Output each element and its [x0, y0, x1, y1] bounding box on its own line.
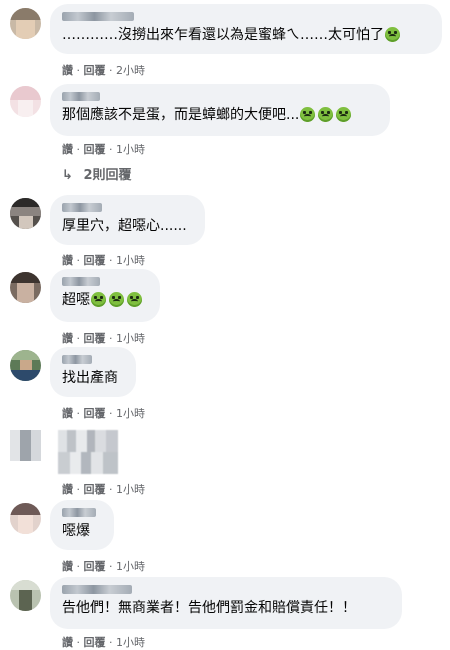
- timestamp[interactable]: 2小時: [116, 64, 145, 77]
- replies-count-label: 2則回覆: [83, 168, 132, 183]
- reply-link[interactable]: 回覆: [84, 143, 106, 156]
- timestamp[interactable]: 1小時: [116, 636, 145, 649]
- commenter-name-blurred[interactable]: [62, 355, 92, 364]
- reply-link[interactable]: 回覆: [84, 560, 106, 573]
- comment-actions: 讚 · 回覆 · 1小時: [62, 558, 145, 574]
- comment-text: 噁爆: [62, 523, 90, 539]
- comment-bubble: 找出產商: [50, 347, 136, 397]
- separator: ·: [109, 407, 113, 420]
- separator: ·: [109, 636, 113, 649]
- comment-text: 厚里穴，超噁心......: [62, 218, 187, 234]
- comment-bubble: 厚里穴，超噁心......: [50, 195, 205, 245]
- like-link[interactable]: 讚: [62, 407, 73, 420]
- like-link[interactable]: 讚: [62, 143, 73, 156]
- comment-bubble: 超噁: [50, 269, 160, 322]
- separator: ·: [109, 64, 113, 77]
- separator: ·: [76, 483, 81, 496]
- commenter-name-blurred[interactable]: [62, 508, 96, 517]
- avatar[interactable]: [10, 503, 41, 534]
- like-link[interactable]: 讚: [62, 332, 73, 345]
- comment-text: …………沒撈出來乍看還以為是蜜蜂ㄟ……太可怕了: [62, 26, 430, 44]
- like-link[interactable]: 讚: [62, 560, 73, 573]
- reply-link[interactable]: 回覆: [84, 64, 106, 77]
- like-link[interactable]: 讚: [62, 64, 73, 77]
- separator: ·: [76, 143, 81, 156]
- reply-link[interactable]: 回覆: [84, 332, 106, 345]
- separator: ·: [109, 332, 113, 345]
- timestamp[interactable]: 1小時: [116, 407, 145, 420]
- commenter-name-blurred[interactable]: [62, 277, 100, 286]
- nauseated-face-icon: [385, 27, 400, 42]
- comment-actions: 讚 · 回覆 · 1小時: [62, 634, 145, 650]
- timestamp[interactable]: 1小時: [116, 143, 145, 156]
- separator: ·: [109, 143, 113, 156]
- view-replies-link[interactable]: ↳ 2則回覆: [62, 164, 131, 183]
- avatar[interactable]: [10, 580, 41, 611]
- reply-link[interactable]: 回覆: [84, 407, 106, 420]
- separator: ·: [76, 254, 81, 267]
- avatar[interactable]: [10, 86, 41, 117]
- comment-bubble: 告他們！無商業者！告他們罰金和賠償責任！！: [50, 577, 402, 629]
- separator: ·: [109, 254, 113, 267]
- separator: ·: [76, 64, 81, 77]
- commenter-name-blurred[interactable]: [62, 203, 102, 212]
- comment-bubble: 那個應該不是蛋，而是蟑螂的大便吧...: [50, 84, 390, 136]
- comment-actions: 讚 · 回覆 · 1小時: [62, 330, 145, 346]
- timestamp[interactable]: 1小時: [116, 560, 145, 573]
- comment-actions: 讚 · 回覆 · 1小時: [62, 141, 145, 157]
- commenter-name-blurred[interactable]: [62, 92, 100, 101]
- timestamp[interactable]: 1小時: [116, 483, 145, 496]
- reply-arrow-icon: ↳: [62, 168, 73, 183]
- comment-actions: 讚 · 回覆 · 2小時: [62, 62, 145, 78]
- nauseated-face-icon: [336, 107, 352, 122]
- commenter-name-blurred[interactable]: [62, 585, 132, 594]
- nauseated-face-icon: [91, 292, 106, 307]
- comment-text: 找出產商: [62, 370, 118, 386]
- nauseated-face-icon: [318, 107, 334, 122]
- separator: ·: [109, 560, 113, 573]
- separator: ·: [76, 407, 81, 420]
- like-link[interactable]: 讚: [62, 483, 73, 496]
- separator: ·: [109, 483, 113, 496]
- like-link[interactable]: 讚: [62, 636, 73, 649]
- avatar[interactable]: [10, 8, 41, 39]
- nauseated-face-icon: [300, 107, 316, 122]
- reply-link[interactable]: 回覆: [84, 636, 106, 649]
- nauseated-face-icon: [127, 292, 142, 307]
- commenter-name-blurred[interactable]: [62, 12, 134, 21]
- comment-actions: 讚 · 回覆 · 1小時: [62, 481, 145, 497]
- timestamp[interactable]: 1小時: [116, 254, 145, 267]
- avatar[interactable]: [10, 430, 41, 461]
- comment-bubble: 噁爆: [50, 500, 114, 550]
- reply-link[interactable]: 回覆: [84, 483, 106, 496]
- comment-actions: 讚 · 回覆 · 1小時: [62, 252, 145, 268]
- comment-text: 告他們！無商業者！告他們罰金和賠償責任！！: [62, 600, 356, 616]
- comment-text: 超噁: [62, 291, 148, 309]
- like-link[interactable]: 讚: [62, 254, 73, 267]
- separator: ·: [76, 332, 81, 345]
- timestamp[interactable]: 1小時: [116, 332, 145, 345]
- avatar[interactable]: [10, 272, 41, 303]
- avatar[interactable]: [10, 198, 41, 229]
- comment-bubble: …………沒撈出來乍看還以為是蜜蜂ㄟ……太可怕了: [50, 4, 442, 54]
- comment-text: 那個應該不是蛋，而是蟑螂的大便吧...: [62, 106, 378, 124]
- blurred-comment-content: [58, 430, 118, 474]
- reply-link[interactable]: 回覆: [84, 254, 106, 267]
- comment-actions: 讚 · 回覆 · 1小時: [62, 405, 145, 421]
- separator: ·: [76, 560, 81, 573]
- avatar[interactable]: [10, 350, 41, 381]
- separator: ·: [76, 636, 81, 649]
- nauseated-face-icon: [109, 292, 124, 307]
